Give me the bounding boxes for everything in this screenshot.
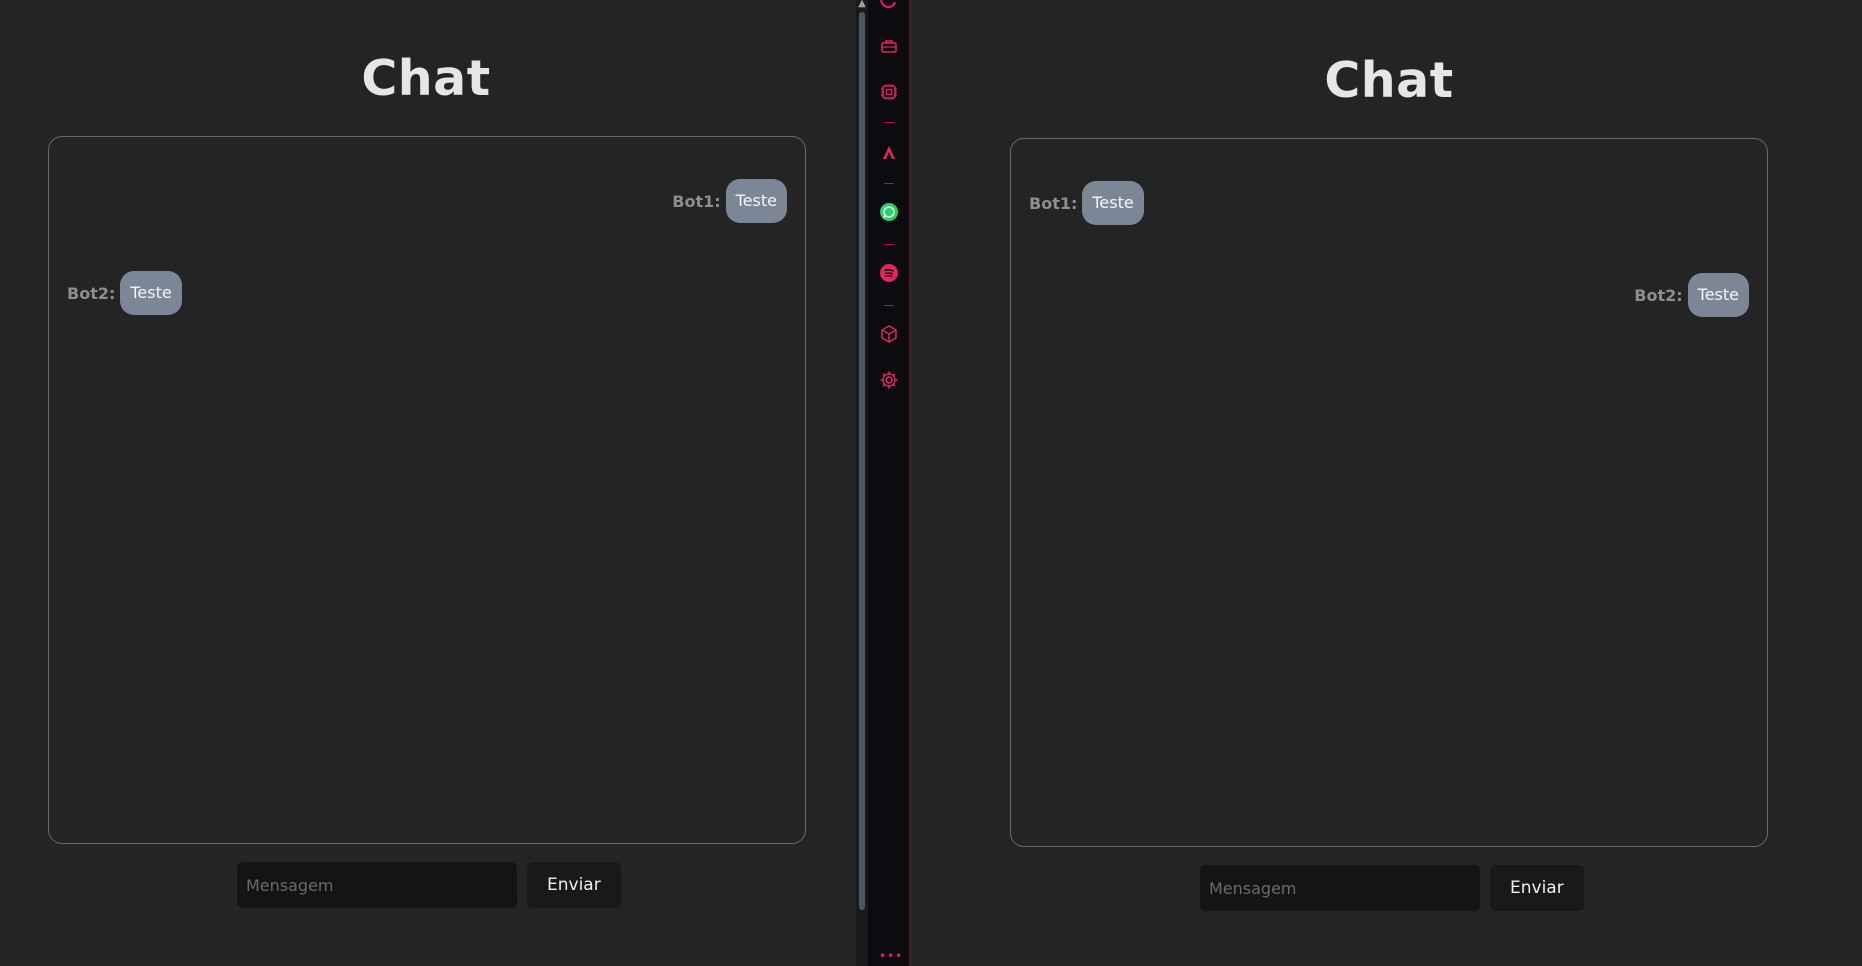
message-row: Bot1: Teste — [1029, 181, 1144, 225]
message-input[interactable] — [1200, 865, 1480, 911]
chip-icon[interactable] — [879, 82, 899, 102]
more-options-icon[interactable]: ••• — [879, 950, 902, 962]
settings-icon[interactable] — [879, 370, 899, 390]
page-title: Chat — [1324, 52, 1454, 109]
briefcase-icon[interactable] — [879, 36, 899, 56]
message-sender: Bot1: — [672, 191, 721, 211]
message-row: Bot2: Teste — [67, 271, 182, 315]
message-composer: Enviar — [237, 862, 621, 908]
message-bubble: Teste — [1687, 273, 1749, 317]
send-button[interactable]: Enviar — [527, 862, 621, 908]
whatsapp-icon[interactable] — [879, 202, 899, 222]
dock-separator — [884, 244, 894, 245]
chat-pane-left: Chat Bot1: Teste Bot2: Teste Enviar — [0, 0, 856, 966]
message-bubble: Teste — [1082, 181, 1144, 225]
anthropic-icon[interactable] — [879, 142, 899, 162]
vertical-scrollbar[interactable]: ▲ — [856, 0, 868, 966]
message-composer: Enviar — [1200, 865, 1584, 911]
message-row: Bot2: Teste — [1634, 273, 1749, 317]
message-sender: Bot1: — [1029, 193, 1078, 213]
message-sender: Bot2: — [67, 283, 116, 303]
cube-icon[interactable] — [879, 324, 899, 344]
app-window: Chat Bot1: Teste Bot2: Teste Enviar ▲ — [0, 0, 1862, 966]
dock-separator — [884, 183, 894, 184]
message-bubble: Teste — [120, 271, 182, 315]
chat-messages-box: Bot1: Teste Bot2: Teste — [1010, 138, 1768, 847]
message-sender: Bot2: — [1634, 285, 1683, 305]
dock-separator — [884, 305, 894, 306]
send-button[interactable]: Enviar — [1490, 865, 1584, 911]
dock-separator — [884, 122, 894, 123]
spotify-icon[interactable] — [879, 263, 899, 283]
app-dock-sidebar: ••• — [868, 0, 910, 966]
scrollbar-thumb[interactable] — [859, 12, 865, 910]
message-input[interactable] — [237, 862, 517, 908]
chat-pane-right: Chat Bot1: Teste Bot2: Teste Enviar — [910, 0, 1862, 966]
scroll-up-arrow-icon[interactable]: ▲ — [856, 0, 868, 9]
refresh-icon[interactable] — [879, 0, 899, 10]
message-bubble: Teste — [725, 179, 787, 223]
page-title: Chat — [361, 50, 491, 107]
message-row: Bot1: Teste — [672, 179, 787, 223]
chat-messages-box: Bot1: Teste Bot2: Teste — [48, 136, 806, 844]
